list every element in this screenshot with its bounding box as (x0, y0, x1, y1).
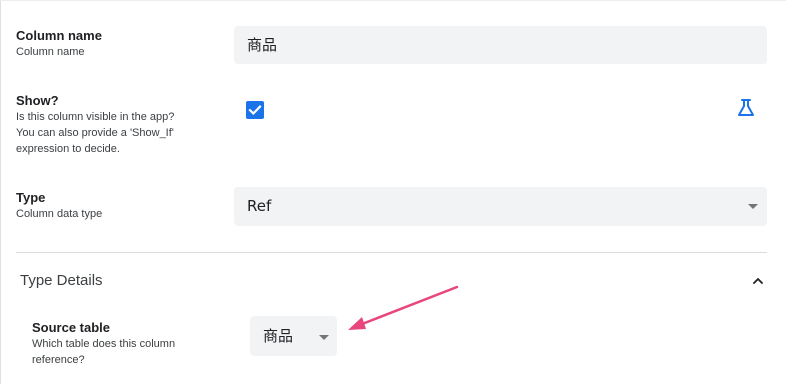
type-value: Ref (247, 197, 272, 215)
source-table-description-line-2: reference? (32, 354, 85, 366)
caret-down-icon (748, 204, 758, 209)
caret-down-icon (319, 335, 329, 340)
source-table-description-line-1: Which table does this column (32, 338, 176, 350)
annotation-arrow (348, 285, 459, 330)
chevron-up-icon (753, 278, 763, 284)
show-description-line-3: expression to decide. (16, 143, 120, 155)
type-details-heading: Type Details (20, 272, 103, 289)
column-settings-panel: Column name Column name 商品 Show? Is this… (0, 0, 786, 384)
panel-left-border (0, 0, 1, 384)
type-title: Type (16, 190, 46, 205)
column-name-title: Column name (16, 28, 102, 43)
column-name-value: 商品 (247, 36, 278, 54)
panel-top-border (0, 0, 786, 1)
show-description-line-2: You can also provide a 'Show_If' (16, 127, 174, 139)
source-table-title: Source table (32, 320, 111, 335)
source-table-select[interactable]: 商品 (250, 316, 337, 356)
show-label-group: Show? Is this column visible in the app?… (16, 92, 174, 157)
source-table-label-group: Source table Which table does this colum… (32, 319, 175, 368)
show-title: Show? (16, 93, 59, 108)
type-select[interactable]: Ref (234, 187, 767, 226)
show-description-line-1: Is this column visible in the app? (16, 111, 175, 123)
show-expression-button[interactable] (735, 97, 757, 119)
show-checkbox[interactable] (246, 101, 264, 119)
section-divider (16, 252, 767, 253)
beaker-icon (738, 99, 754, 116)
source-table-value: 商品 (263, 327, 294, 345)
column-name-label-group: Column name Column name (16, 27, 102, 60)
column-name-description: Column name (16, 46, 85, 58)
type-description: Column data type (16, 208, 103, 220)
type-details-collapse-button[interactable] (750, 273, 766, 289)
column-name-input[interactable]: 商品 (234, 26, 767, 64)
checkbox-checked-icon (248, 105, 262, 115)
type-label-group: Type Column data type (16, 189, 102, 222)
